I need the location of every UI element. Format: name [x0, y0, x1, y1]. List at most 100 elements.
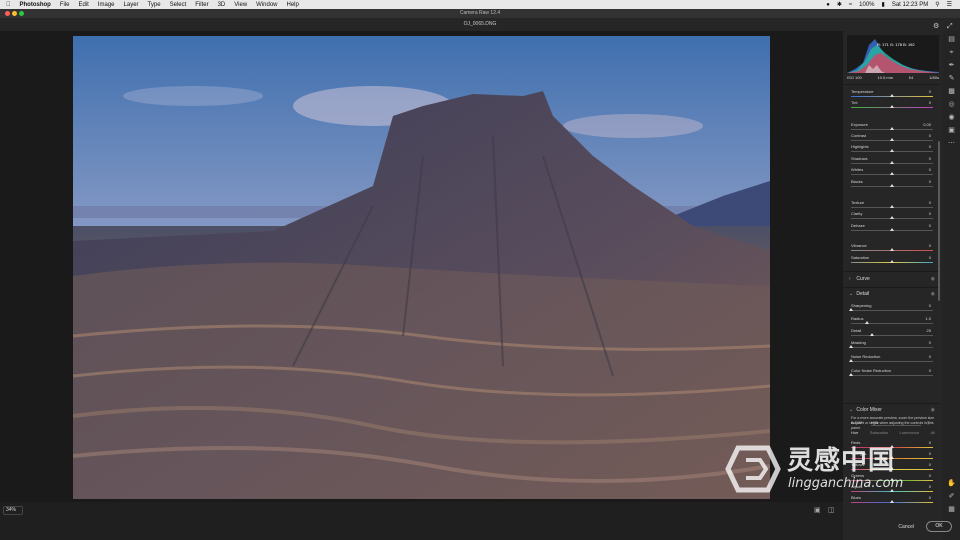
wifi-icon[interactable]: ≈: [849, 2, 852, 8]
curve-section-header[interactable]: › Curve ◉: [849, 276, 935, 285]
slider-value[interactable]: 0: [929, 156, 931, 161]
slider-handle[interactable]: [890, 161, 894, 164]
slider-detail[interactable]: Detail 25: [851, 328, 933, 338]
slider-handle[interactable]: [849, 373, 853, 376]
color-mixer-section-header[interactable]: ⌄ Color Mixer ◉: [849, 407, 935, 416]
slider-whites[interactable]: Whites 0: [851, 167, 933, 177]
slider-exposure[interactable]: Exposure 0.00: [851, 122, 933, 132]
hand-icon[interactable]: ✋: [947, 479, 956, 488]
menu-edit[interactable]: Edit: [79, 2, 89, 8]
slider-value[interactable]: 0: [929, 255, 931, 260]
slider-value[interactable]: 1.0: [925, 316, 931, 321]
eye-icon[interactable]: ◉: [931, 407, 935, 413]
slider-handle[interactable]: [890, 105, 894, 108]
slider-handle[interactable]: [890, 94, 894, 97]
slider-noise-reduction[interactable]: Noise Reduction 0: [849, 354, 933, 364]
battery-percent[interactable]: 100%: [859, 2, 874, 8]
slider-track[interactable]: [851, 361, 933, 362]
slider-track[interactable]: [851, 310, 933, 311]
tab-hue[interactable]: Hue: [851, 430, 858, 435]
slider-value[interactable]: 25: [927, 328, 931, 333]
slider-handle[interactable]: [869, 333, 874, 336]
slider-handle[interactable]: [849, 359, 853, 362]
clock[interactable]: Sat 12:23 PM: [892, 2, 928, 8]
slider-value[interactable]: 0: [929, 89, 931, 94]
slider-value[interactable]: 0: [929, 340, 931, 345]
slider-value[interactable]: 0: [929, 354, 931, 359]
preview-image[interactable]: [73, 36, 770, 499]
eye-icon[interactable]: ◉: [931, 276, 935, 282]
detail-section-header[interactable]: ⌄ Detail ◉: [849, 291, 935, 300]
tab-saturation[interactable]: Saturation: [870, 430, 888, 435]
eyedropper-icon[interactable]: ✐: [947, 492, 956, 501]
slider-shadows[interactable]: Shadows 0: [851, 156, 933, 166]
slider-value[interactable]: 0: [929, 211, 931, 216]
apple-icon[interactable]: : [6, 2, 11, 8]
slider-handle[interactable]: [890, 260, 894, 263]
slider-value[interactable]: 0: [929, 303, 931, 308]
panel-scrollbar[interactable]: [938, 141, 940, 301]
slider-handle[interactable]: [890, 205, 894, 208]
crop-icon[interactable]: ⌖: [947, 48, 956, 57]
edit-icon[interactable]: ▤: [947, 35, 956, 44]
healing-brush-icon[interactable]: ✒: [947, 61, 956, 70]
slider-handle[interactable]: [849, 308, 853, 311]
slider-value[interactable]: 0: [929, 167, 931, 172]
slider-handle[interactable]: [890, 216, 894, 219]
battery-icon[interactable]: ▮: [882, 1, 885, 8]
menu-3d[interactable]: 3D: [218, 2, 226, 8]
adjust-select[interactable]: HSL: [871, 420, 922, 426]
slider-value[interactable]: 0: [929, 243, 931, 248]
slider-color-noise-reduction[interactable]: Color Noise Reduction 0: [849, 368, 933, 378]
slider-track[interactable]: [851, 335, 933, 336]
slider-handle[interactable]: [890, 228, 894, 231]
menu-type[interactable]: Type: [148, 2, 161, 8]
menu-help[interactable]: Help: [287, 2, 299, 8]
zoom-window-button[interactable]: [19, 11, 24, 16]
slider-handle[interactable]: [890, 149, 894, 152]
zoom-level-select[interactable]: 34%: [3, 506, 23, 515]
slider-value[interactable]: 0: [929, 368, 931, 373]
ok-button[interactable]: OK: [926, 521, 952, 532]
slider-vibrance[interactable]: Vibrance 0: [851, 243, 933, 253]
slider-handle[interactable]: [890, 138, 894, 141]
slider-saturation[interactable]: Saturation 0: [851, 255, 933, 265]
slider-handle[interactable]: [865, 321, 870, 324]
slider-temperature[interactable]: Temperature 0: [851, 89, 933, 99]
slider-handle[interactable]: [890, 500, 894, 503]
slider-track[interactable]: [851, 323, 933, 324]
tab-all[interactable]: All: [931, 430, 935, 435]
slider-track[interactable]: [851, 375, 933, 376]
menu-image[interactable]: Image: [98, 2, 115, 8]
slider-value[interactable]: 0: [929, 223, 931, 228]
radial-filter-icon[interactable]: ◎: [947, 100, 956, 109]
menu-photoshop[interactable]: Photoshop: [20, 2, 51, 8]
grid-icon[interactable]: ▦: [947, 505, 956, 514]
slider-blacks[interactable]: Blacks 0: [851, 179, 933, 189]
slider-masking[interactable]: Masking 0: [849, 340, 933, 350]
slider-value[interactable]: 0: [929, 200, 931, 205]
slider-value[interactable]: 0.00: [923, 122, 931, 127]
slider-track[interactable]: [851, 347, 933, 348]
slider-handle[interactable]: [890, 172, 894, 175]
slider-handle[interactable]: [890, 184, 894, 187]
slider-dehaze[interactable]: Dehaze 0: [851, 223, 933, 233]
slider-highlights[interactable]: Highlights 0: [851, 144, 933, 154]
menu-layer[interactable]: Layer: [124, 2, 139, 8]
slider-handle[interactable]: [849, 345, 853, 348]
slider-value[interactable]: 0: [929, 179, 931, 184]
minimize-window-button[interactable]: [12, 11, 17, 16]
cancel-button[interactable]: Cancel: [898, 524, 914, 530]
search-icon[interactable]: ⚲: [935, 1, 939, 8]
slider-radius[interactable]: Radius 1.0: [851, 316, 933, 326]
slider-value[interactable]: 0: [929, 133, 931, 138]
slider-tint[interactable]: Tint 0: [851, 100, 933, 110]
graduated-filter-icon[interactable]: ▩: [947, 87, 956, 96]
slider-handle[interactable]: [890, 127, 894, 130]
slider-value[interactable]: 0: [929, 100, 931, 105]
snapshots-icon[interactable]: ▣: [947, 126, 956, 135]
menu-file[interactable]: File: [60, 2, 70, 8]
slider-sharpening[interactable]: Sharpening 0: [849, 303, 933, 313]
tab-luminance[interactable]: Luminance: [899, 430, 919, 435]
menu-view[interactable]: View: [234, 2, 247, 8]
